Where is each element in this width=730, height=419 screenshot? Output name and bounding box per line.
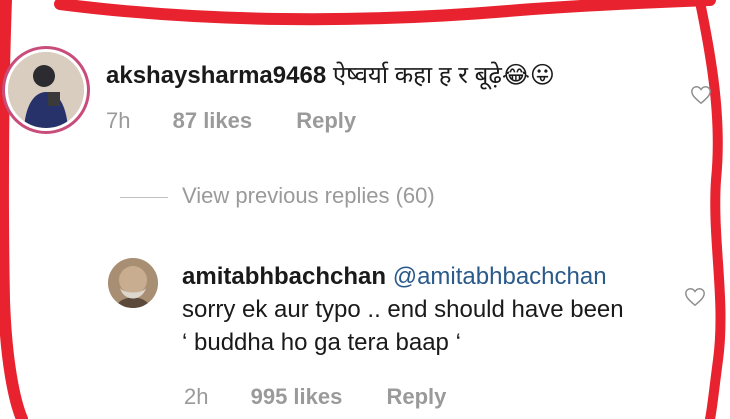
divider xyxy=(120,196,168,198)
reply-text: amitabhbachchan @amitabhbachchan sorry e… xyxy=(182,260,682,359)
comment-reply-button[interactable]: Reply xyxy=(296,108,356,134)
comment-text: akshaysharma9468 ऐष्वर्या कहा ह र बूढ़े😂… xyxy=(106,58,555,91)
reply-reply-button[interactable]: Reply xyxy=(386,384,446,410)
comment-body: ऐष्वर्या कहा ह र बूढ़े😂😛 xyxy=(332,62,555,89)
reply-time: 2h xyxy=(184,384,209,409)
heart-icon[interactable] xyxy=(684,286,706,308)
comment-meta: 7h 87 likes Reply xyxy=(106,108,356,134)
comment-time: 7h xyxy=(106,108,131,133)
view-previous-replies-label: View previous replies (60) xyxy=(182,183,435,208)
avatar[interactable] xyxy=(108,258,158,308)
reply-username[interactable]: amitabhbachchan xyxy=(182,263,386,290)
avatar[interactable] xyxy=(8,52,84,128)
heart-icon[interactable] xyxy=(690,84,712,106)
reply-likes[interactable]: 995 likes xyxy=(251,384,343,410)
reply-line-1: sorry ek aur typo .. end should have bee… xyxy=(182,296,624,323)
comment-likes[interactable]: 87 likes xyxy=(173,108,253,134)
reply-line-2: ‘ buddha ho ga tera baap ‘ xyxy=(182,329,461,356)
view-previous-replies-button[interactable]: View previous replies (60) xyxy=(120,183,435,209)
reply-mention-link[interactable]: @amitabhbachchan xyxy=(393,263,607,290)
reply-meta: 2h 995 likes Reply xyxy=(184,384,446,410)
comment-username[interactable]: akshaysharma9468 xyxy=(106,62,326,89)
